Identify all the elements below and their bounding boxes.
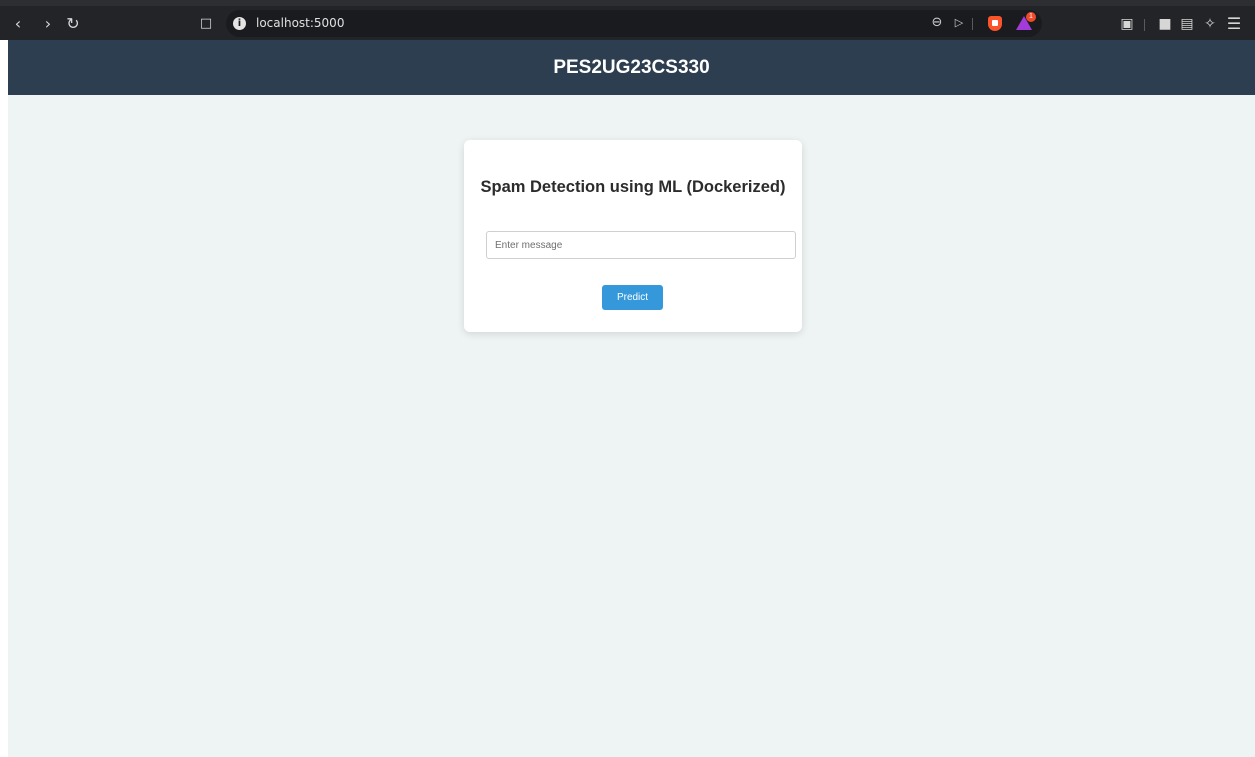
leo-ai-icon[interactable]: ✧	[1200, 14, 1220, 34]
window-edge	[0, 40, 8, 757]
header-title: PES2UG23CS330	[553, 57, 710, 78]
bookmark-icon[interactable]: □	[196, 14, 216, 34]
zoom-out-icon[interactable]: ⊖	[928, 14, 946, 32]
wallet-icon[interactable]: ▤	[1177, 14, 1197, 34]
prediction-card: Spam Detection using ML (Dockerized) Pre…	[464, 140, 802, 332]
chevron-left-icon[interactable]: ‹	[8, 14, 28, 34]
hamburger-menu-icon[interactable]: ☰	[1224, 14, 1244, 34]
brave-shields-icon[interactable]	[988, 16, 1002, 31]
address-url[interactable]: localhost:5000	[256, 15, 344, 32]
info-icon[interactable]: i	[233, 17, 246, 30]
reload-icon[interactable]: ↻	[63, 14, 83, 34]
toolbar-separator	[1144, 19, 1145, 31]
site-header: PES2UG23CS330	[8, 40, 1255, 95]
card-title: Spam Detection using ML (Dockerized)	[480, 178, 786, 196]
address-separator	[972, 18, 973, 30]
page-viewport: PES2UG23CS330 Spam Detection using ML (D…	[8, 40, 1255, 757]
browser-window: ‹ › ↻ □ i localhost:5000 ⊖ ▷ 1 ▣ ■ ▤ ✧ ☰…	[0, 0, 1255, 757]
chevron-right-icon[interactable]: ›	[38, 14, 58, 34]
browser-toolbar: ‹ › ↻ □ i localhost:5000 ⊖ ▷ 1 ▣ ■ ▤ ✧ ☰	[0, 6, 1255, 40]
sidebar-icon[interactable]: ■	[1155, 14, 1175, 34]
send-icon[interactable]: ▷	[950, 14, 968, 32]
message-input[interactable]	[486, 231, 796, 259]
predict-button[interactable]: Predict	[602, 285, 663, 310]
screenshot-icon[interactable]: ▣	[1117, 14, 1137, 34]
rewards-badge: 1	[1026, 12, 1036, 22]
address-bar[interactable]: i localhost:5000 ⊖ ▷ 1	[226, 10, 1042, 37]
